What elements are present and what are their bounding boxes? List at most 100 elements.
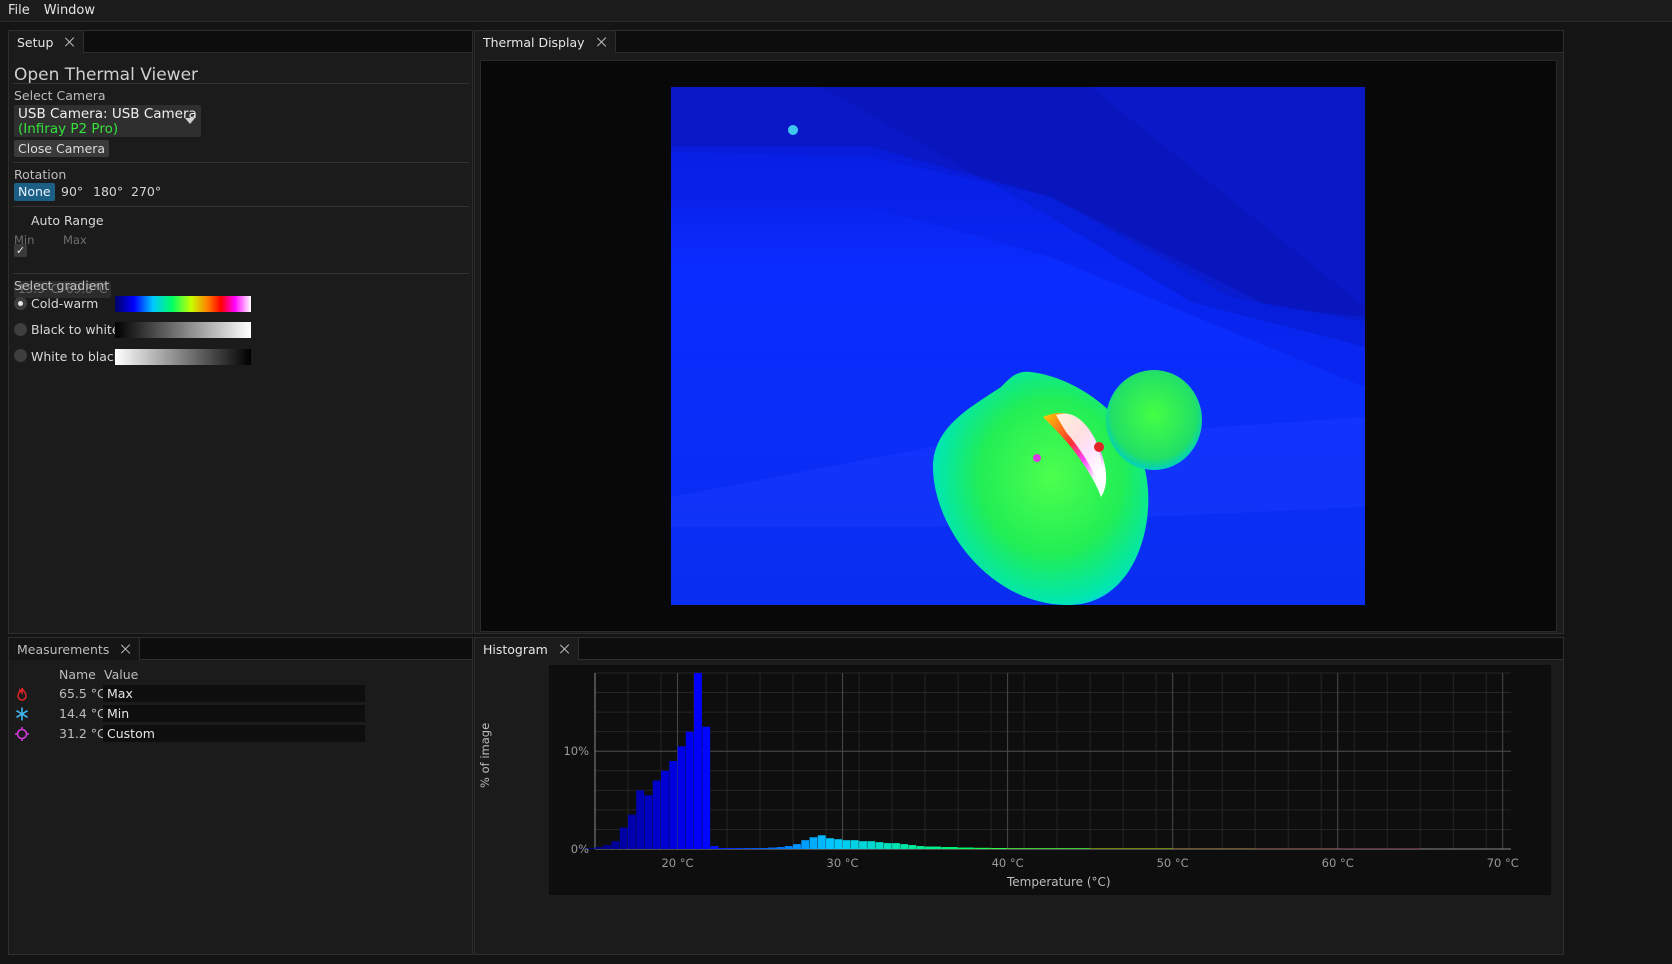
histogram-bar	[883, 843, 892, 849]
x-tick-label: 40 °C	[992, 856, 1024, 870]
y-tick-label: 10%	[563, 744, 589, 758]
close-icon[interactable]	[597, 37, 607, 47]
thermal-display-panel: Thermal Display	[474, 30, 1564, 634]
rotation-option-270[interactable]: 270°	[127, 183, 165, 201]
histogram-bar	[867, 841, 876, 849]
histogram-panel: Histogram 20 °C 30 °C 40 °C 50 °C 60 °C 70 °C…	[474, 637, 1564, 955]
histogram-bar	[751, 848, 760, 849]
auto-range-label: Auto Range	[31, 213, 104, 228]
histogram-bar	[991, 848, 1008, 849]
measurement-name-field[interactable]: Max	[103, 685, 365, 702]
gradient-swatch-black-to-white[interactable]	[115, 322, 251, 338]
gradient-radio-white-to-black[interactable]	[14, 349, 27, 362]
snowflake-icon	[15, 707, 29, 721]
menu-file[interactable]: File	[8, 3, 30, 18]
histogram-bar	[941, 847, 958, 849]
close-icon[interactable]	[121, 644, 131, 654]
camera-select-line1: USB Camera: USB Camera	[18, 106, 197, 122]
histogram-bar	[958, 847, 975, 849]
camera-select[interactable]: USB Camera: USB Camera (Infiray P2 Pro)	[14, 105, 201, 137]
measurement-row-max: 65.5 °C Max	[9, 685, 469, 705]
chevron-down-icon	[185, 118, 195, 124]
column-header-value: Value	[104, 667, 139, 682]
close-camera-button[interactable]: Close Camera	[14, 140, 110, 157]
menu-window[interactable]: Window	[44, 3, 95, 18]
gradient-swatch-white-to-black[interactable]	[115, 349, 251, 365]
histogram-bar	[735, 848, 744, 849]
thermal-image[interactable]	[671, 87, 1365, 605]
x-tick-label: 50 °C	[1157, 856, 1189, 870]
custom-marker[interactable]	[1033, 454, 1041, 462]
tab-thermal-display[interactable]: Thermal Display	[475, 31, 616, 53]
histogram-bar	[710, 846, 719, 849]
histogram-bar	[875, 842, 884, 849]
gradient-label-cold-warm: Cold-warm	[31, 296, 99, 311]
tab-histogram[interactable]: Histogram	[475, 638, 579, 660]
histogram-bar	[859, 841, 867, 849]
histogram-bar	[900, 844, 909, 849]
crosshair-icon	[15, 727, 29, 741]
measurement-row-min: 14.4 °C Min	[9, 705, 469, 725]
close-icon[interactable]	[560, 644, 570, 654]
tab-measurements[interactable]: Measurements	[9, 638, 141, 660]
divider	[13, 273, 469, 274]
rotation-option-180[interactable]: 180°	[89, 183, 127, 201]
rotation-option-none[interactable]: None	[14, 183, 55, 201]
gradient-label-white-to-black: White to black	[31, 349, 122, 364]
histogram-bar	[801, 840, 810, 849]
measurement-name-field[interactable]: Min	[103, 705, 365, 722]
measurement-temp: 65.5 °C	[59, 686, 106, 701]
histogram-bar	[784, 846, 793, 849]
measurements-panel: Measurements Name Value 65.5 °C Max 14.4…	[8, 637, 473, 955]
thermal-tabstrip: Thermal Display	[475, 31, 1563, 53]
histogram-bar	[974, 847, 991, 849]
measurements-tabstrip: Measurements	[9, 638, 472, 660]
histogram-bar	[652, 780, 661, 849]
gradient-radio-black-to-white[interactable]	[14, 323, 27, 336]
measurement-temp: 14.4 °C	[59, 706, 106, 721]
histogram-plot[interactable]: 20 °C 30 °C 40 °C 50 °C 60 °C 70 °C 0% 10%	[549, 665, 1551, 895]
histogram-bar	[727, 848, 735, 849]
y-axis-label: % of image	[478, 722, 492, 788]
x-tick-label: 70 °C	[1487, 856, 1519, 870]
menu-bar: File Window	[0, 0, 1672, 22]
min-label: Min	[14, 233, 35, 247]
histogram-bar	[636, 790, 645, 849]
thermal-frame	[480, 60, 1557, 632]
column-header-name: Name	[59, 667, 96, 682]
measurement-row-custom: 31.2 °C Custom	[9, 725, 469, 745]
x-tick-label: 30 °C	[827, 856, 859, 870]
histogram-bar	[760, 848, 768, 849]
measurement-name-field[interactable]: Custom	[103, 725, 365, 742]
gradient-swatch-cold-warm[interactable]	[115, 296, 251, 312]
histogram-bar	[817, 835, 826, 849]
app-title: Open Thermal Viewer	[14, 65, 199, 85]
setup-panel: Setup Open Thermal Viewer Select Camera …	[8, 30, 473, 634]
histogram-bar	[776, 847, 785, 849]
histogram-chart: 20 °C 30 °C 40 °C 50 °C 60 °C 70 °C 0% 10%	[563, 672, 1519, 870]
histogram-bar	[842, 840, 851, 849]
x-tick-label: 60 °C	[1322, 856, 1354, 870]
histogram-bar	[644, 795, 653, 849]
histogram-bar	[619, 827, 628, 849]
select-camera-label: Select Camera	[14, 88, 106, 103]
gradient-label-black-to-white: Black to white	[31, 322, 120, 337]
x-tick-label: 20 °C	[661, 856, 693, 870]
gradient-radio-cold-warm[interactable]	[14, 297, 27, 310]
tab-measurements-label: Measurements	[17, 641, 110, 657]
tab-histogram-label: Histogram	[483, 641, 548, 657]
histogram-bar	[603, 845, 612, 849]
rotation-label: Rotation	[14, 167, 67, 182]
histogram-bar	[768, 847, 777, 849]
rotation-option-90[interactable]: 90°	[57, 183, 87, 201]
histogram-bar	[628, 814, 636, 849]
tab-setup[interactable]: Setup	[9, 31, 85, 53]
histogram-bar	[826, 838, 834, 849]
histogram-bar	[850, 840, 859, 849]
min-marker	[788, 125, 798, 135]
close-icon[interactable]	[65, 37, 75, 47]
histogram-bar	[694, 673, 702, 849]
divider	[13, 83, 469, 84]
histogram-bar	[908, 845, 917, 849]
max-label: Max	[63, 233, 87, 247]
